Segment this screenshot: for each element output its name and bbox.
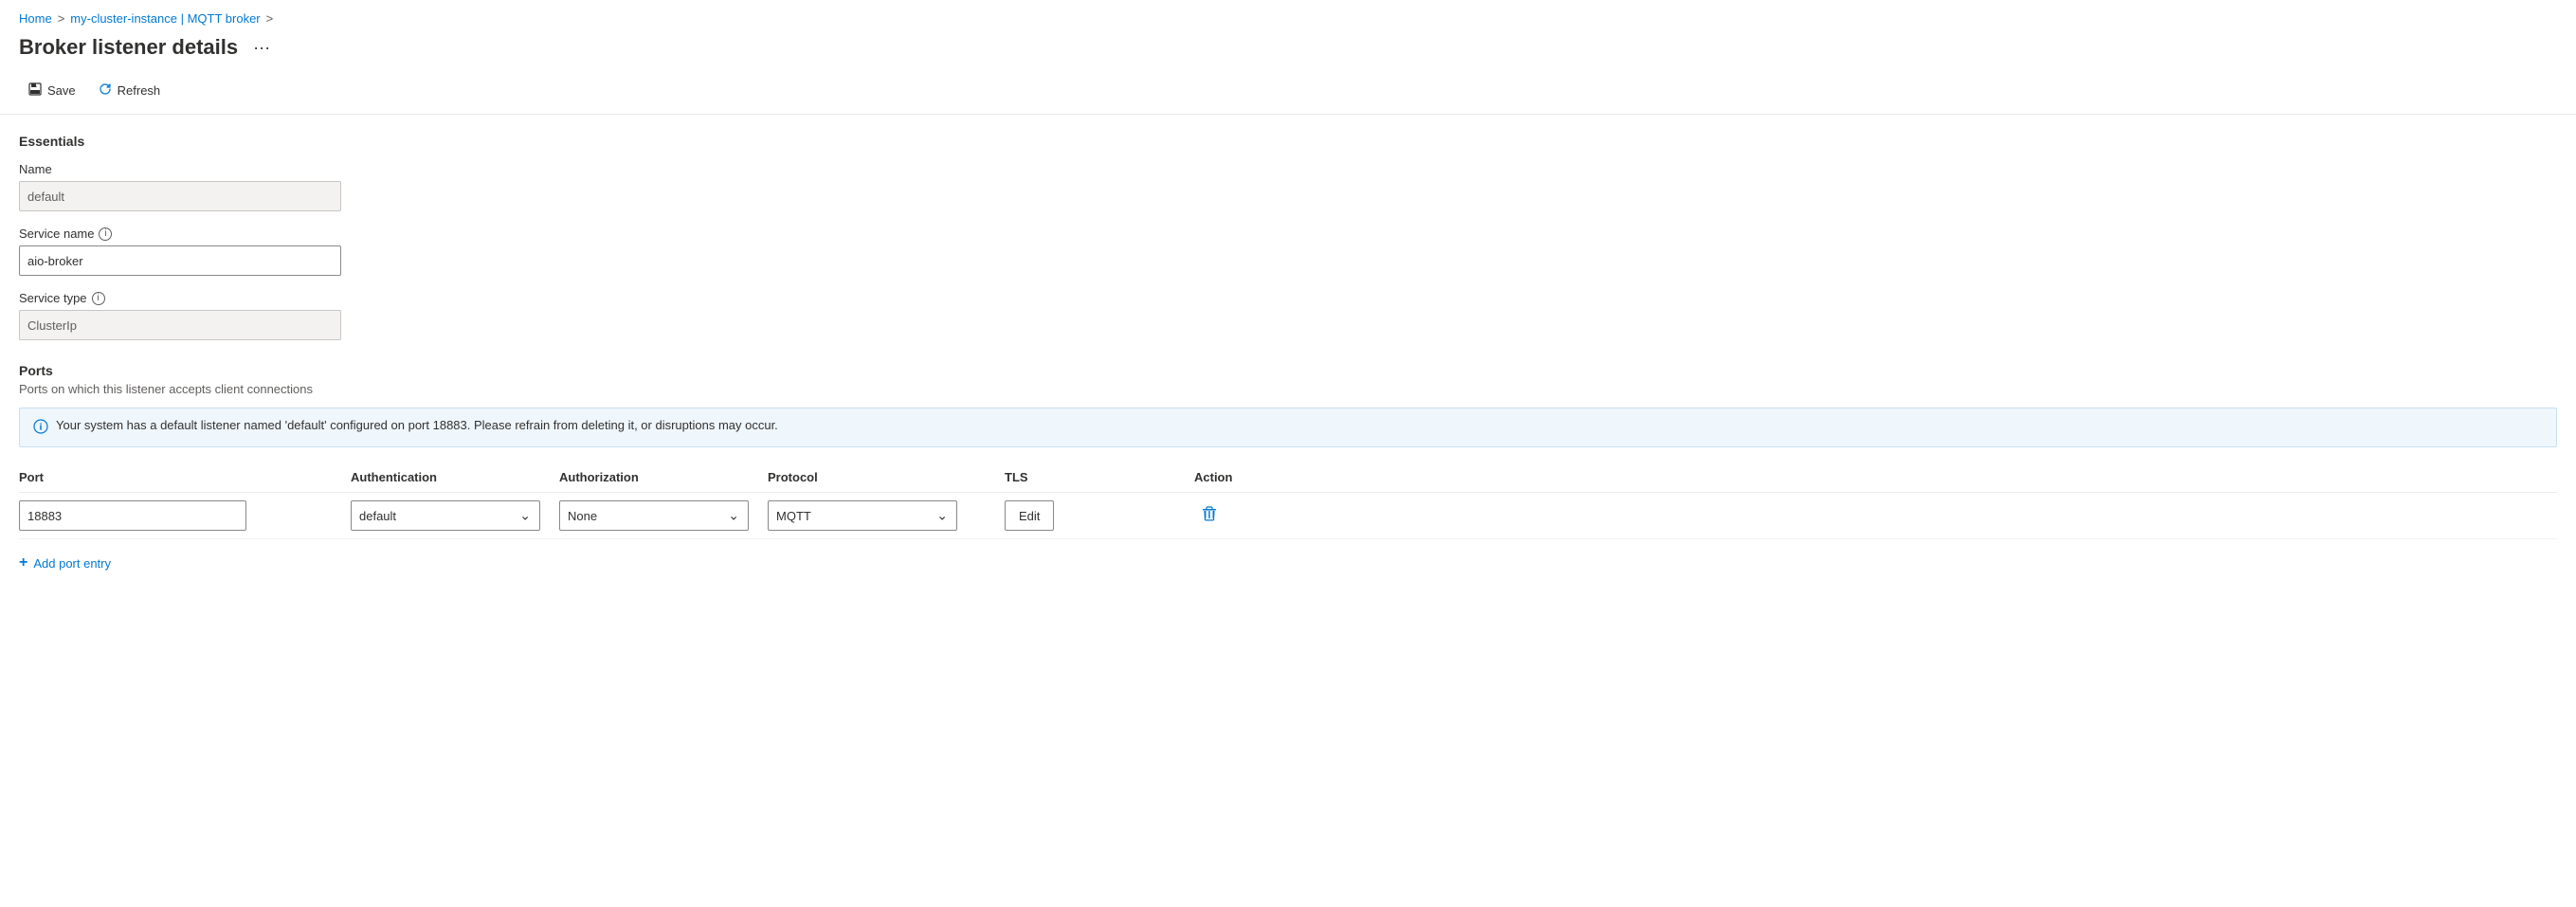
- authentication-select[interactable]: default none: [351, 500, 540, 531]
- info-banner-icon: [33, 419, 48, 437]
- essentials-section: Essentials Name Service name i Service t…: [19, 134, 2557, 340]
- table-row: default none None default MQTT M: [19, 493, 2557, 539]
- service-type-label: Service type i: [19, 291, 2557, 305]
- info-banner-text: Your system has a default listener named…: [56, 418, 778, 432]
- plus-icon: +: [19, 554, 27, 571]
- ports-section: Ports Ports on which this listener accep…: [19, 363, 2557, 579]
- page-header: Broker listener details ···: [0, 31, 2576, 71]
- breadcrumb-chevron-2: >: [266, 11, 274, 26]
- delete-port-button[interactable]: [1194, 502, 1225, 530]
- port-col-header: Port: [19, 470, 351, 484]
- add-port-label: Add port entry: [33, 556, 111, 571]
- service-type-info-icon: i: [92, 292, 105, 305]
- authentication-col-header: Authentication: [351, 470, 559, 484]
- save-button[interactable]: Save: [19, 77, 85, 104]
- refresh-icon: [99, 82, 112, 99]
- toolbar: Save Refresh: [0, 71, 2576, 115]
- service-name-input[interactable]: [19, 245, 341, 276]
- breadcrumb: Home > my-cluster-instance | MQTT broker…: [0, 0, 2576, 31]
- authorization-select-wrapper: None default: [559, 500, 749, 531]
- name-field-group: Name: [19, 162, 2557, 211]
- ports-table-header: Port Authentication Authorization Protoc…: [19, 463, 2557, 493]
- refresh-button[interactable]: Refresh: [89, 77, 171, 104]
- action-col-header: Action: [1194, 470, 2557, 484]
- service-type-input: [19, 310, 341, 340]
- protocol-col-header: Protocol: [768, 470, 1005, 484]
- authorization-select[interactable]: None default: [559, 500, 749, 531]
- protocol-cell: MQTT MQTTS WebSocket: [768, 500, 1005, 531]
- main-content: Essentials Name Service name i Service t…: [0, 115, 2576, 598]
- tls-col-header: TLS: [1005, 470, 1194, 484]
- breadcrumb-chevron-1: >: [58, 11, 65, 26]
- protocol-select[interactable]: MQTT MQTTS WebSocket: [768, 500, 957, 531]
- name-label: Name: [19, 162, 2557, 176]
- authorization-cell: None default: [559, 500, 768, 531]
- add-port-button[interactable]: + Add port entry: [19, 547, 111, 579]
- name-input[interactable]: [19, 181, 341, 211]
- breadcrumb-cluster[interactable]: my-cluster-instance | MQTT broker: [70, 11, 260, 26]
- authentication-cell: default none: [351, 500, 559, 531]
- service-name-info-icon: i: [99, 227, 112, 241]
- authorization-col-header: Authorization: [559, 470, 768, 484]
- ports-subtitle: Ports on which this listener accepts cli…: [19, 382, 2557, 396]
- action-cell: [1194, 502, 2557, 530]
- service-name-label: Service name i: [19, 227, 2557, 241]
- protocol-select-wrapper: MQTT MQTTS WebSocket: [768, 500, 957, 531]
- ports-title: Ports: [19, 363, 2557, 378]
- service-name-field-group: Service name i: [19, 227, 2557, 276]
- service-type-field-group: Service type i: [19, 291, 2557, 340]
- save-label: Save: [47, 83, 76, 98]
- essentials-title: Essentials: [19, 134, 2557, 149]
- port-input[interactable]: [19, 500, 246, 531]
- tls-edit-button[interactable]: Edit: [1005, 500, 1054, 531]
- breadcrumb-home[interactable]: Home: [19, 11, 52, 26]
- save-icon: [28, 82, 42, 99]
- refresh-label: Refresh: [118, 83, 161, 98]
- authentication-select-wrapper: default none: [351, 500, 540, 531]
- tls-cell: Edit: [1005, 500, 1194, 531]
- page-title: Broker listener details: [19, 35, 238, 60]
- info-banner: Your system has a default listener named…: [19, 408, 2557, 447]
- port-cell: [19, 500, 351, 531]
- more-options-button[interactable]: ···: [247, 36, 276, 60]
